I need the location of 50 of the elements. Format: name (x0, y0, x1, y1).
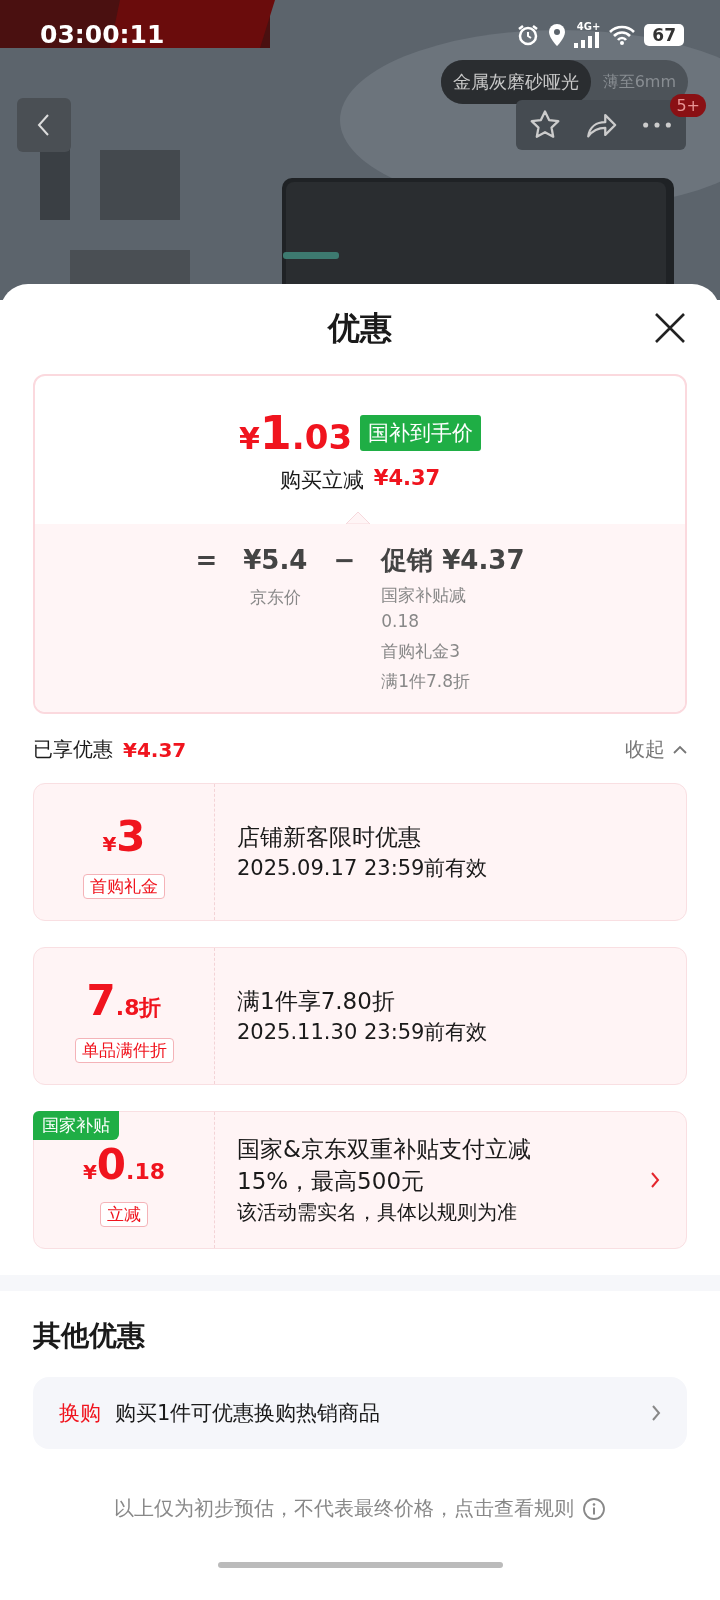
minus-sign: − (333, 544, 356, 577)
chevron-icon (673, 744, 687, 755)
offer-row[interactable]: 换购 购买1件可优惠换购热销商品 (33, 1377, 687, 1449)
status-time: 03:00:11 (40, 20, 165, 49)
wifi-icon (608, 23, 637, 46)
info-icon[interactable] (582, 1496, 606, 1521)
coupon-title: 满1件享7.80折 (237, 987, 396, 1016)
disclaimer-text[interactable]: 以上仅为初步预估，不代表最终价格，点击查看规则 (114, 1495, 574, 1522)
promo-label: 促销 (381, 545, 434, 575)
collapse-toggle[interactable]: 收起 (625, 736, 687, 763)
discount-amount: ¥4.37 (373, 466, 441, 492)
price-tag: 国补到手价 (360, 415, 482, 451)
offer-tag: 换购 (59, 1399, 101, 1427)
coupon-title: 店铺新客限时优惠 (237, 823, 422, 852)
location-icon (548, 22, 567, 47)
saved-label: 已享优惠 (33, 736, 113, 763)
notification-badge: 5+ (670, 94, 706, 117)
discount-label: 购买立减 (279, 467, 364, 494)
promo-detail: 国家补贴减0.18 (381, 584, 468, 633)
coupon-note: 该活动需实名，具体以规则为准 (237, 1199, 518, 1226)
chevron-left-icon (36, 112, 52, 138)
base-price: ¥5.4 (243, 544, 308, 577)
section-title: 其他优惠 (33, 1318, 146, 1354)
coupon-type: 首购礼金 (83, 874, 165, 899)
coupon-value: 7.8折 (86, 979, 162, 1027)
promo-detail: 首购礼金3 (381, 640, 462, 663)
equals-sign: = (195, 544, 218, 577)
offer-text: 购买1件可优惠换购热销商品 (115, 1400, 382, 1427)
signal-icon (574, 31, 601, 48)
final-price: ¥1.03 (238, 406, 353, 460)
coupon-value: ¥0.18 (82, 1143, 166, 1191)
chevron-right-icon[interactable] (650, 1171, 660, 1189)
coupon-title: 国家&京东双重补贴支付立减15%，最高500元 (237, 1135, 532, 1196)
promo-amount: ¥4.37 (442, 545, 525, 575)
coupon-type: 单品满件折 (74, 1038, 174, 1063)
close-icon (654, 312, 686, 344)
chevron-right-icon (651, 1404, 661, 1422)
saved-amount: ¥4.37 (123, 737, 187, 762)
battery-indicator: 67 (644, 23, 684, 46)
close-button[interactable] (654, 312, 686, 344)
sheet-title: 优惠 (328, 308, 392, 349)
network-type: 4G+ (576, 21, 601, 32)
coupon-validity: 2025.11.30 23:59前有效 (237, 1019, 489, 1046)
coupon-value: ¥3 (102, 815, 146, 863)
subsidy-badge: 国家补贴 (33, 1111, 119, 1140)
coupon-validity: 2025.09.17 23:59前有效 (237, 855, 489, 882)
coupon-type: 立减 (100, 1202, 148, 1227)
spec-tag[interactable]: 金属灰磨砂哑光 (440, 60, 591, 104)
promo-detail: 满1件7.8折 (381, 670, 472, 693)
base-price-label: 京东价 (249, 586, 301, 609)
